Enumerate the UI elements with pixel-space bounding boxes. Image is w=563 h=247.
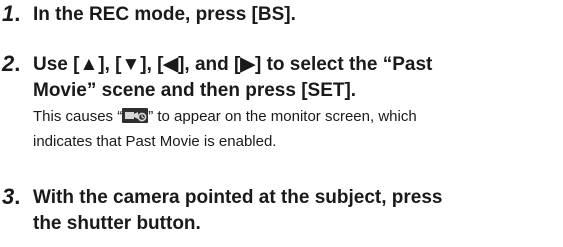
step-3-number: 3. bbox=[2, 184, 21, 209]
step-1-text: In the REC mode, press [BS]. bbox=[33, 4, 296, 25]
step-2-text-line-2: Movie” scene and then press [SET]. bbox=[33, 80, 357, 101]
step-3-text-line-2: the shutter button. bbox=[33, 213, 201, 234]
step-3-text-line-1: With the camera pointed at the subject, … bbox=[33, 187, 443, 208]
step-2-note-line-1: This causes “ ” to appear on the monitor… bbox=[33, 108, 417, 125]
step-2-number: 2. bbox=[2, 51, 21, 76]
step-2-text-line-1: Use [▲], [▼], [◀], and [▶] to select the… bbox=[33, 54, 433, 75]
step-2-note-line-2: indicates that Past Movie is enabled. bbox=[33, 133, 277, 150]
step-1-number: 1. bbox=[2, 1, 21, 26]
past-movie-icon bbox=[122, 108, 149, 123]
